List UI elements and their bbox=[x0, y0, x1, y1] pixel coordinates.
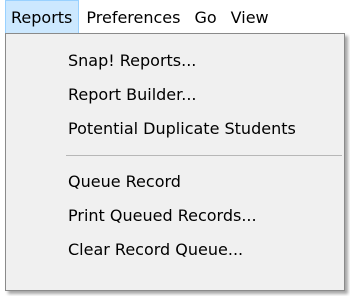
menu-reports-label: Reports bbox=[11, 8, 73, 27]
menu-go-label: Go bbox=[194, 7, 217, 27]
menu-item-label: Report Builder... bbox=[68, 84, 197, 104]
menu-item-queue-record[interactable]: Queue Record bbox=[6, 164, 344, 198]
menu-bar: Reports Preferences Go View bbox=[0, 0, 350, 34]
menu-reports[interactable]: Reports bbox=[5, 0, 80, 34]
menu-go[interactable]: Go bbox=[187, 0, 223, 34]
menu-item-label: Potential Duplicate Students bbox=[68, 118, 296, 138]
menu-item-label: Snap! Reports... bbox=[68, 50, 197, 70]
menu-view[interactable]: View bbox=[224, 0, 276, 34]
menu-item-snap-reports[interactable]: Snap! Reports... bbox=[6, 43, 344, 77]
menu-preferences[interactable]: Preferences bbox=[79, 0, 187, 34]
menu-item-clear-record-queue[interactable]: Clear Record Queue... bbox=[6, 232, 344, 266]
menu-item-report-builder[interactable]: Report Builder... bbox=[6, 77, 344, 111]
reports-dropdown-menu: Snap! Reports... Report Builder... Poten… bbox=[5, 33, 345, 291]
menu-view-label: View bbox=[230, 7, 269, 27]
menu-item-print-queued-records[interactable]: Print Queued Records... bbox=[6, 198, 344, 232]
menu-item-label: Clear Record Queue... bbox=[68, 239, 244, 259]
menu-item-label: Queue Record bbox=[68, 171, 181, 191]
menu-separator bbox=[66, 155, 342, 156]
menu-preferences-label: Preferences bbox=[86, 7, 181, 27]
menu-item-potential-duplicate-students[interactable]: Potential Duplicate Students bbox=[6, 111, 344, 145]
menu-item-label: Print Queued Records... bbox=[68, 205, 257, 225]
